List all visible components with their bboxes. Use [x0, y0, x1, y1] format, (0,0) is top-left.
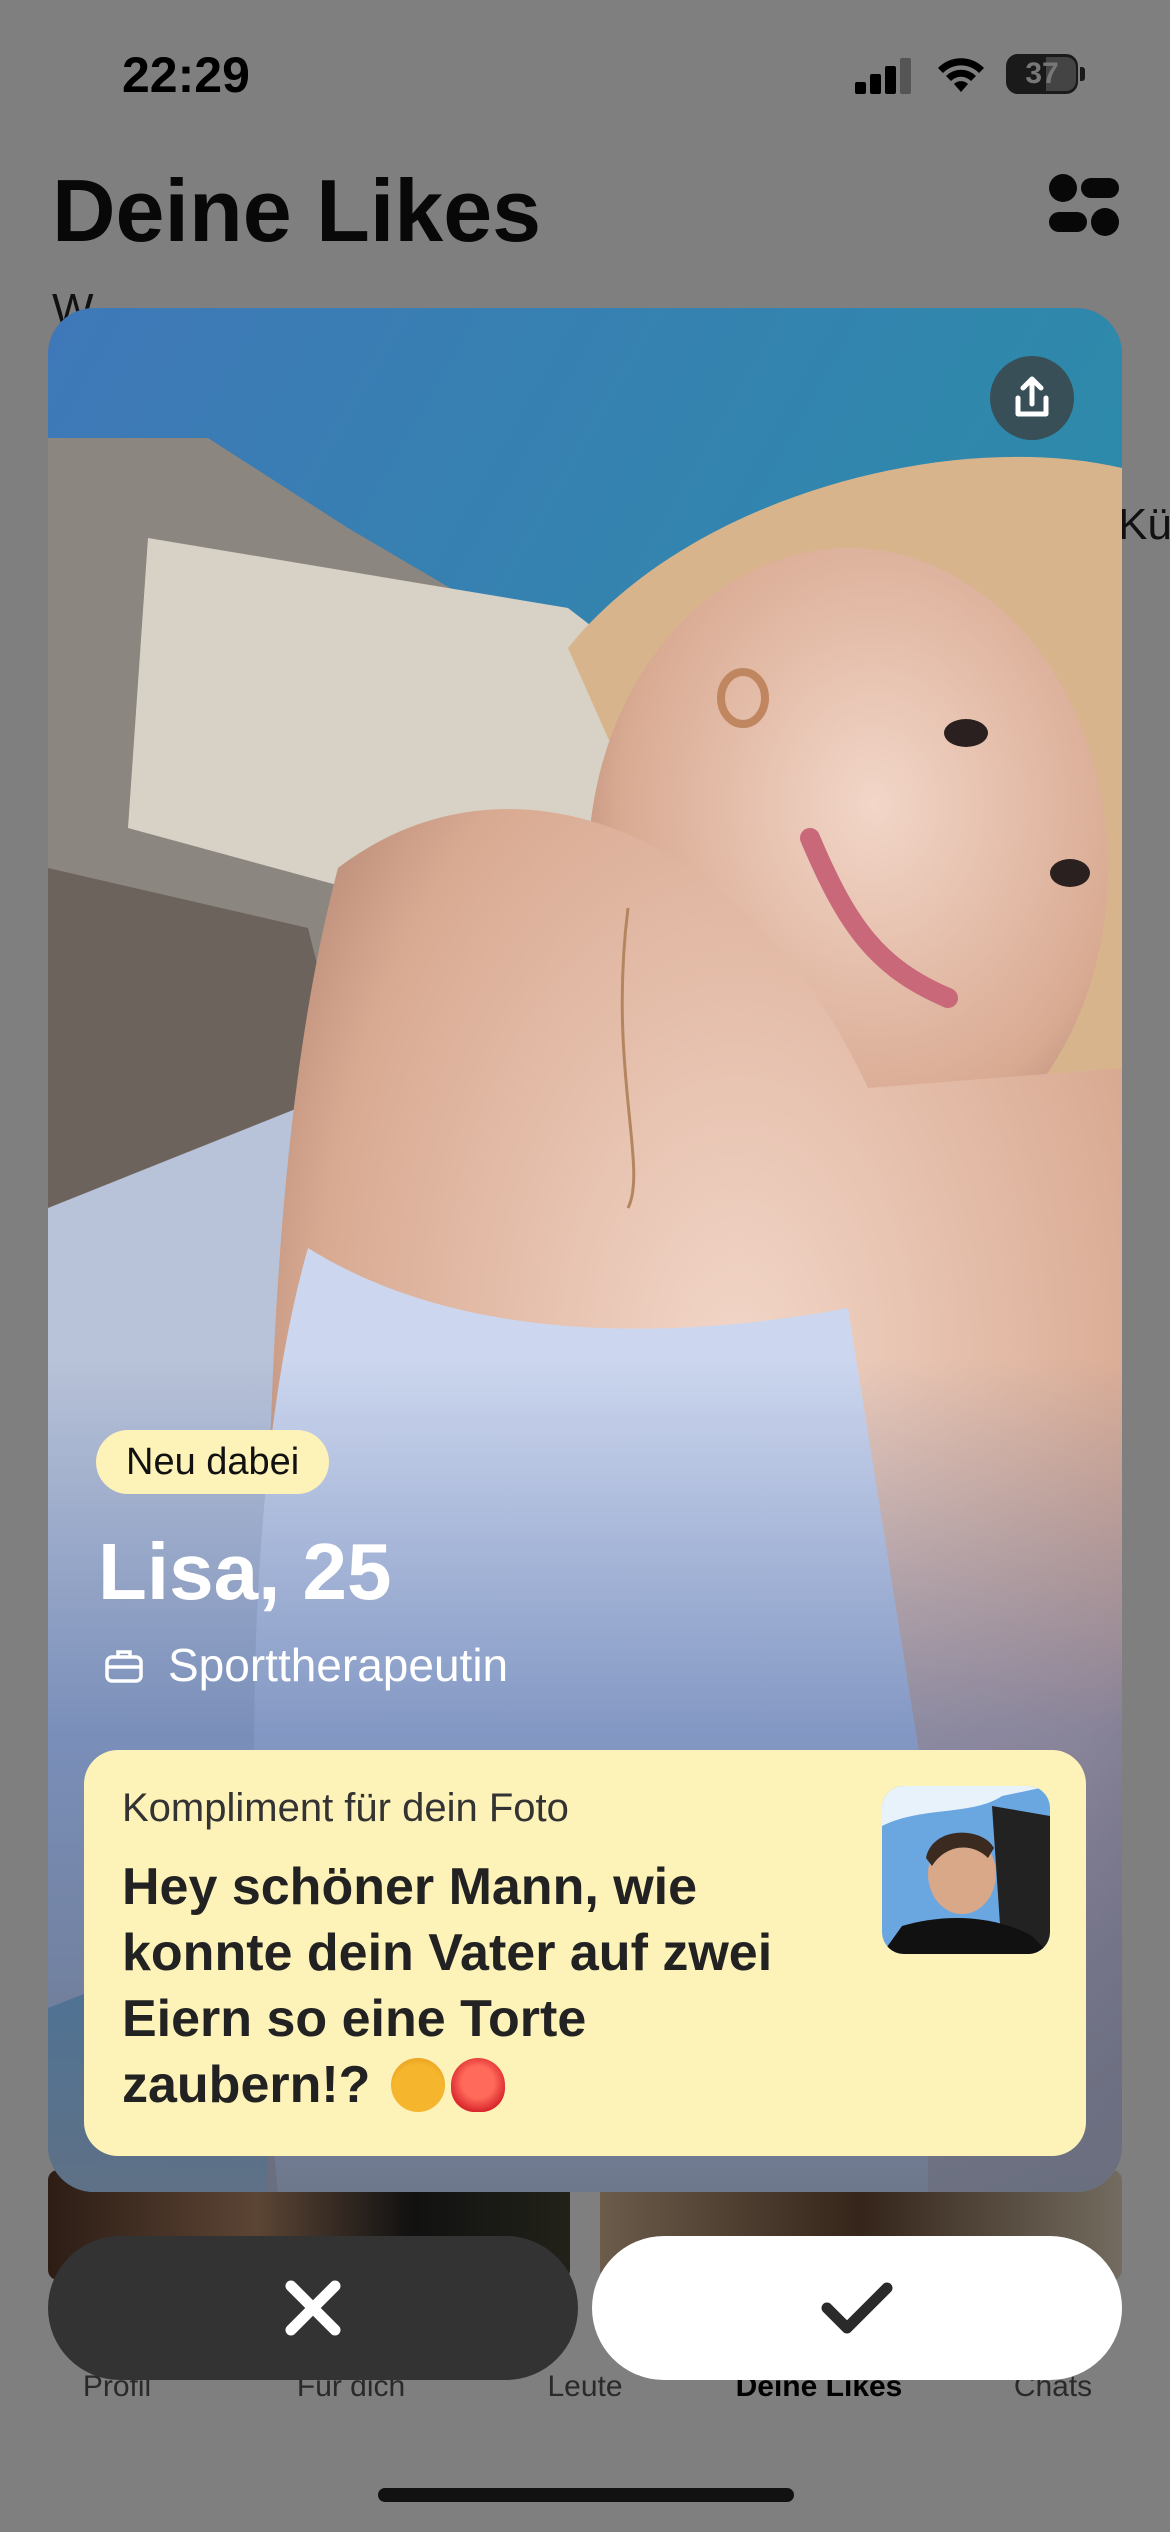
- compliment-message: Hey schöner Mann, wie konnte dein Vater …: [122, 1854, 802, 2118]
- profile-card[interactable]: Neu dabei Lisa, 25 Sporttherapeutin Komp…: [48, 308, 1122, 2192]
- complimented-photo-thumbnail: [882, 1786, 1050, 1954]
- compliment-label: Kompliment für dein Foto: [122, 1786, 569, 1830]
- battery-icon: 37: [1006, 54, 1086, 96]
- new-member-badge: Neu dabei: [96, 1430, 330, 1494]
- share-button[interactable]: [990, 356, 1074, 440]
- share-icon: [1015, 376, 1049, 417]
- battery-level: 37: [1025, 57, 1059, 90]
- profile-job: Sporttherapeutin: [168, 1639, 509, 1691]
- briefcase-icon: [105, 1650, 143, 1683]
- wifi-icon: [938, 58, 984, 92]
- like-button[interactable]: [592, 2236, 1122, 2380]
- cellular-signal-icon: [855, 58, 915, 94]
- status-bar: 22:29 37: [0, 0, 1170, 150]
- compliment-text: Hey schöner Mann, wie konnte dein Vater …: [122, 1858, 773, 2114]
- profile-name-age: Lisa, 25: [98, 1527, 392, 1616]
- checkmark-icon: [821, 2282, 893, 2334]
- compliment-box: Kompliment für dein Foto Hey schöner Man…: [84, 1750, 1086, 2156]
- exploding-head-emoji-icon: [390, 2058, 445, 2112]
- heart-on-fire-emoji-icon: [450, 2058, 505, 2112]
- home-indicator[interactable]: [378, 2488, 794, 2502]
- close-x-icon: [285, 2280, 341, 2336]
- status-time: 22:29: [122, 47, 250, 103]
- pass-button[interactable]: [48, 2236, 578, 2380]
